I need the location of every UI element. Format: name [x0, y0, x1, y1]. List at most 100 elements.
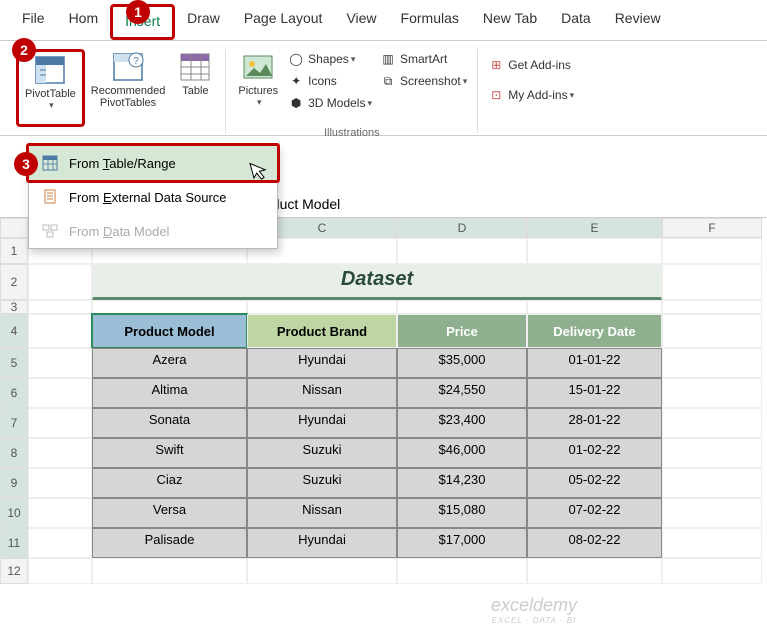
cell-price[interactable]: $35,000 [397, 348, 527, 378]
cell-product-brand[interactable]: Hyundai [247, 408, 397, 438]
cell-delivery-date[interactable]: 01-02-22 [527, 438, 662, 468]
cell-product-brand[interactable]: Suzuki [247, 468, 397, 498]
cell-price[interactable]: $17,000 [397, 528, 527, 558]
row-header[interactable]: 10 [0, 498, 28, 528]
cell[interactable] [662, 408, 762, 438]
cell[interactable] [662, 314, 762, 348]
cell-product-brand[interactable]: Hyundai [247, 528, 397, 558]
cell[interactable] [28, 264, 92, 300]
row-header[interactable]: 6 [0, 378, 28, 408]
cell[interactable] [28, 558, 92, 584]
cell[interactable] [28, 528, 92, 558]
cell[interactable] [28, 300, 92, 314]
cell[interactable] [28, 348, 92, 378]
cell[interactable] [527, 558, 662, 584]
col-header-f[interactable]: F [662, 218, 762, 238]
row-header[interactable]: 3 [0, 300, 28, 314]
cell[interactable] [92, 300, 247, 314]
cell-product-brand[interactable]: Nissan [247, 378, 397, 408]
menu-formulas[interactable]: Formulas [389, 4, 471, 40]
cell-price[interactable]: $14,230 [397, 468, 527, 498]
row-header[interactable]: 4 [0, 314, 28, 348]
cell[interactable] [28, 438, 92, 468]
menu-page-layout[interactable]: Page Layout [232, 4, 335, 40]
3d-models-button[interactable]: ⬢ 3D Models▾ [284, 93, 376, 113]
pictures-button[interactable]: Pictures ▾ [232, 49, 284, 127]
cell[interactable] [28, 314, 92, 348]
cell[interactable] [662, 264, 762, 300]
icons-button[interactable]: ✦ Icons [284, 71, 376, 91]
menu-data[interactable]: Data [549, 4, 603, 40]
header-price[interactable]: Price [397, 314, 527, 348]
select-all-corner[interactable] [0, 218, 28, 238]
menu-new-tab[interactable]: New Tab [471, 4, 549, 40]
cell[interactable] [247, 300, 397, 314]
from-table-range-item[interactable]: From Table/Range [26, 143, 280, 183]
cell-price[interactable]: $46,000 [397, 438, 527, 468]
row-header[interactable]: 2 [0, 264, 28, 300]
cell-delivery-date[interactable]: 08-02-22 [527, 528, 662, 558]
cell[interactable] [662, 238, 762, 264]
cell-product-model[interactable]: Sonata [92, 408, 247, 438]
cell-price[interactable]: $24,550 [397, 378, 527, 408]
dataset-title[interactable]: Dataset [92, 264, 662, 300]
row-header[interactable]: 1 [0, 238, 28, 264]
cell[interactable] [527, 238, 662, 264]
cell[interactable] [662, 528, 762, 558]
cell[interactable] [397, 238, 527, 264]
menu-view[interactable]: View [334, 4, 388, 40]
col-header-d[interactable]: D [397, 218, 527, 238]
cell-delivery-date[interactable]: 07-02-22 [527, 498, 662, 528]
cell-delivery-date[interactable]: 28-01-22 [527, 408, 662, 438]
cell[interactable] [662, 468, 762, 498]
cell-delivery-date[interactable]: 05-02-22 [527, 468, 662, 498]
cell[interactable] [662, 300, 762, 314]
cell[interactable] [662, 498, 762, 528]
get-addins-button[interactable]: ⊞ Get Add-ins [484, 55, 578, 75]
smartart-button[interactable]: ▥ SmartArt [376, 49, 471, 69]
cell[interactable] [397, 558, 527, 584]
cell-product-model[interactable]: Versa [92, 498, 247, 528]
row-header[interactable]: 11 [0, 528, 28, 558]
row-header[interactable]: 7 [0, 408, 28, 438]
menu-home[interactable]: Hom [57, 4, 111, 40]
menu-review[interactable]: Review [603, 4, 673, 40]
cell-product-model[interactable]: Azera [92, 348, 247, 378]
my-addins-button[interactable]: ⊡ My Add-ins▾ [484, 85, 578, 105]
cell-product-model[interactable]: Altima [92, 378, 247, 408]
cell[interactable] [662, 558, 762, 584]
header-delivery-date[interactable]: Delivery Date [527, 314, 662, 348]
row-header[interactable]: 5 [0, 348, 28, 378]
cell[interactable] [28, 378, 92, 408]
cell[interactable] [247, 558, 397, 584]
header-product-model[interactable]: Product Model [92, 314, 247, 348]
menu-file[interactable]: File [10, 4, 57, 40]
cell-delivery-date[interactable]: 15-01-22 [527, 378, 662, 408]
cell-product-model[interactable]: Ciaz [92, 468, 247, 498]
row-header[interactable]: 8 [0, 438, 28, 468]
cell[interactable] [662, 348, 762, 378]
shapes-button[interactable]: ◯ Shapes▾ [284, 49, 376, 69]
col-header-e[interactable]: E [527, 218, 662, 238]
cell[interactable] [397, 300, 527, 314]
menu-draw[interactable]: Draw [175, 4, 232, 40]
cell-product-model[interactable]: Palisade [92, 528, 247, 558]
cell[interactable] [28, 408, 92, 438]
screenshot-button[interactable]: ⧉ Screenshot▾ [376, 71, 471, 91]
cell[interactable] [662, 378, 762, 408]
row-header[interactable]: 12 [0, 558, 28, 584]
cell[interactable] [662, 438, 762, 468]
row-header[interactable]: 9 [0, 468, 28, 498]
header-product-brand[interactable]: Product Brand [247, 314, 397, 348]
cell-product-brand[interactable]: Suzuki [247, 438, 397, 468]
cell-price[interactable]: $23,400 [397, 408, 527, 438]
table-button[interactable]: Table [171, 49, 219, 127]
cell[interactable] [527, 300, 662, 314]
cell-product-brand[interactable]: Hyundai [247, 348, 397, 378]
cell[interactable] [92, 558, 247, 584]
cell-product-model[interactable]: Swift [92, 438, 247, 468]
cell-price[interactable]: $15,080 [397, 498, 527, 528]
from-external-source-item[interactable]: From External Data Source [29, 180, 277, 214]
cell-product-brand[interactable]: Nissan [247, 498, 397, 528]
recommended-pivot-button[interactable]: ? Recommended PivotTables [85, 49, 172, 127]
